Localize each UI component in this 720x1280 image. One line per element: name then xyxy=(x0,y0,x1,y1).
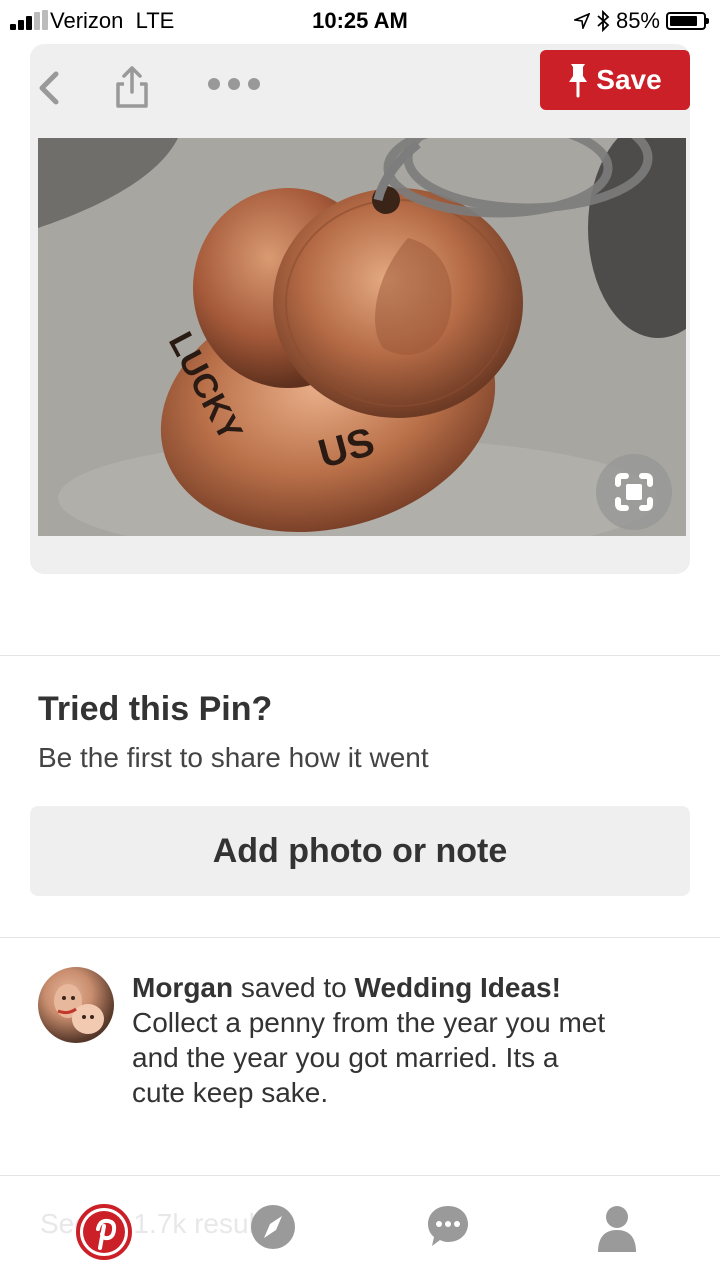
saver-username[interactable]: Morgan xyxy=(132,972,233,1003)
more-options-icon[interactable] xyxy=(206,72,262,96)
avatar-photo xyxy=(54,984,104,1034)
tab-explore[interactable] xyxy=(250,1204,296,1255)
bluetooth-icon xyxy=(597,10,610,32)
tab-messages[interactable] xyxy=(426,1204,470,1253)
compass-icon xyxy=(251,1205,295,1249)
pushpin-icon xyxy=(569,64,588,98)
pin-nav-bar: Save xyxy=(30,44,690,138)
bottom-tab-bar: See all 1.7k results xyxy=(0,1178,720,1280)
tab-profile[interactable] xyxy=(596,1204,638,1257)
save-button[interactable]: Save xyxy=(540,50,690,110)
location-arrow-icon xyxy=(573,13,590,29)
pin-card: Save LUCKY US xyxy=(30,44,690,574)
battery-icon xyxy=(666,12,709,30)
board-name[interactable]: Wedding Ideas! xyxy=(355,972,561,1003)
saved-activity-text: Morgan saved to Wedding Ideas! Collect a… xyxy=(132,972,606,1108)
coins-keychain-photo: LUCKY US xyxy=(38,138,686,536)
profile-icon xyxy=(598,1206,636,1252)
avatar[interactable] xyxy=(38,967,114,1043)
battery-percent: 85% xyxy=(615,8,660,33)
pinterest-logo-icon xyxy=(76,1204,132,1260)
visual-search-icon xyxy=(615,473,653,511)
visual-search-button[interactable] xyxy=(596,454,672,530)
tried-this-pin-heading: Tried this Pin? xyxy=(38,690,273,728)
pin-description: Collect a penny from the year you met an… xyxy=(132,1007,606,1108)
section-divider xyxy=(0,655,720,656)
tab-home[interactable] xyxy=(76,1204,132,1265)
add-photo-or-note-button[interactable]: Add photo or note xyxy=(30,806,690,896)
speech-bubble-icon xyxy=(428,1206,468,1246)
tabbar-divider xyxy=(0,1175,720,1176)
back-chevron-icon[interactable] xyxy=(30,58,70,118)
pin-image[interactable]: LUCKY US xyxy=(38,138,686,536)
tried-this-pin-subtitle: Be the first to share how it went xyxy=(38,742,429,773)
share-icon[interactable] xyxy=(110,62,154,112)
section-divider xyxy=(0,937,720,938)
save-button-label: Save xyxy=(596,64,662,95)
status-bar: Verizon LTE 10:25 AM 85% xyxy=(0,0,720,40)
